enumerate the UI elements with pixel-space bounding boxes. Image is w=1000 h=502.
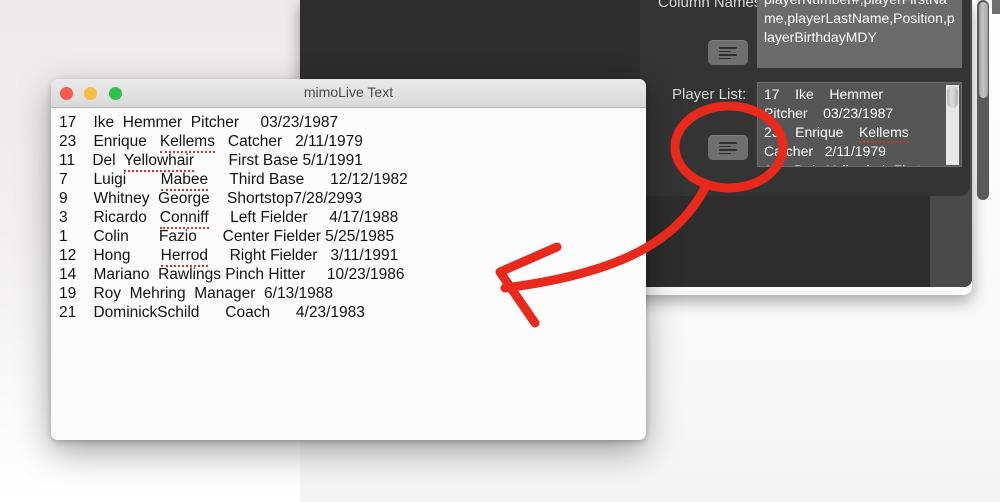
text-window-body[interactable]: 17 Ike Hemmer Pitcher 03/23/1987 23 Enriq… (51, 108, 646, 440)
text-run: 21 DominickSchild Coach 4/23/1983 (59, 304, 365, 321)
text-run: First Base 5/1/1991 (194, 152, 363, 169)
text-run: Right Fielder 3/11/1991 (208, 247, 399, 264)
text-run: Third Base 12/12/1982 (208, 171, 408, 188)
column-names-list-button[interactable] (708, 40, 748, 65)
text-run: Pitcher 03/23/1987 (764, 105, 894, 121)
text-line: 7 Luigi Mabee Third Base 12/12/1982 (59, 170, 646, 191)
text-line: 19 Roy Mehring Manager 6/13/1988 (59, 284, 646, 303)
text-run: Catcher 2/11/1979 (214, 133, 363, 150)
text-run: 9 Whitney George Shortstop7/28/2993 (59, 190, 363, 207)
text-run: 23 Enrique (764, 124, 859, 140)
text-line: 17 Ike Hemmer (764, 85, 961, 104)
text-window-titlebar[interactable]: mimoLive Text (51, 79, 646, 108)
player-list-label: Player List: (672, 86, 747, 103)
text-line: 1 Colin Fazio Center Fielder 5/25/1985 (59, 227, 646, 246)
window-edge-chip (992, 0, 1000, 14)
list-lines-icon (719, 142, 737, 155)
text-run: 11 Del (59, 152, 124, 169)
player-list-list-button[interactable] (708, 135, 748, 160)
text-line: 17 Ike Hemmer Pitcher 03/23/1987 (59, 113, 646, 132)
misspelled-word: Yellowhair (826, 162, 890, 166)
misspelled-word: Kellems (858, 124, 909, 143)
text-run: 19 Roy Mehring Manager 6/13/1988 (59, 285, 333, 302)
text-line: 11 Del Yellowhair First (764, 161, 961, 166)
text-window[interactable]: mimoLive Text 17 Ike Hemmer Pitcher 03/2… (51, 79, 646, 440)
player-list-scrollbar-thumb[interactable] (947, 86, 958, 108)
text-run: 14 Mariano Rawlings Pinch Hitter 10/23/1… (59, 266, 405, 283)
text-run: 17 Ike Hemmer Pitcher 03/23/1987 (59, 114, 339, 131)
app-window-scrollbar-thumb[interactable] (979, 2, 988, 98)
text-run: 17 Ike Hemmer (764, 86, 884, 102)
text-run: 1 Colin Fazio Center Fielder 5/25/1985 (59, 228, 395, 245)
text-line: Pitcher 03/23/1987 (764, 104, 961, 123)
text-run: Catcher 2/11/1979 (764, 143, 886, 159)
screenshot-root: Column Names: playerNumber#,playerFirstN… (0, 0, 1000, 502)
text-run: 7 Luigi (59, 171, 161, 188)
text-run: Left Fielder 4/17/1988 (208, 209, 399, 226)
text-line: 3 Ricardo Conniff Left Fielder 4/17/1988 (59, 208, 646, 229)
column-names-label: Column Names: (658, 0, 766, 11)
misspelled-word: Kellems (159, 133, 215, 153)
column-names-field[interactable]: playerNumber#,playerFirstName,playerLast… (757, 0, 962, 68)
misspelled-word: Conniff (159, 209, 209, 229)
text-run: 3 Ricardo (59, 209, 160, 226)
text-line: 23 Enrique Kellems Catcher 2/11/1979 (59, 132, 646, 153)
text-run: 23 Enrique (59, 133, 160, 150)
misspelled-word: Mabee (160, 171, 209, 191)
list-lines-icon (719, 47, 737, 60)
player-list-text: 17 Ike Hemmer Pitcher 03/23/1987 23 Enriqu… (758, 83, 961, 166)
misspelled-word: Yellowhair (123, 152, 194, 172)
text-line: Catcher 2/11/1979 (764, 142, 961, 161)
text-line: 9 Whitney George Shortstop7/28/2993 (59, 189, 646, 208)
text-window-title: mimoLive Text (303, 84, 394, 100)
text-run: 11 Del (764, 162, 827, 166)
text-run: 12 Hong (59, 247, 161, 264)
player-list-field[interactable]: 17 Ike Hemmer Pitcher 03/23/1987 23 Enriqu… (757, 82, 962, 167)
text-line: 12 Hong Herrod Right Fielder 3/11/1991 (59, 246, 646, 267)
text-line: 23 Enrique Kellems (764, 123, 961, 143)
text-line: 21 DominickSchild Coach 4/23/1983 (59, 303, 646, 322)
text-run: First (890, 162, 921, 166)
text-line: 11 Del Yellowhair First Base 5/1/1991 (59, 151, 646, 172)
text-line: 14 Mariano Rawlings Pinch Hitter 10/23/1… (59, 265, 646, 284)
misspelled-word: Herrod (160, 247, 209, 267)
